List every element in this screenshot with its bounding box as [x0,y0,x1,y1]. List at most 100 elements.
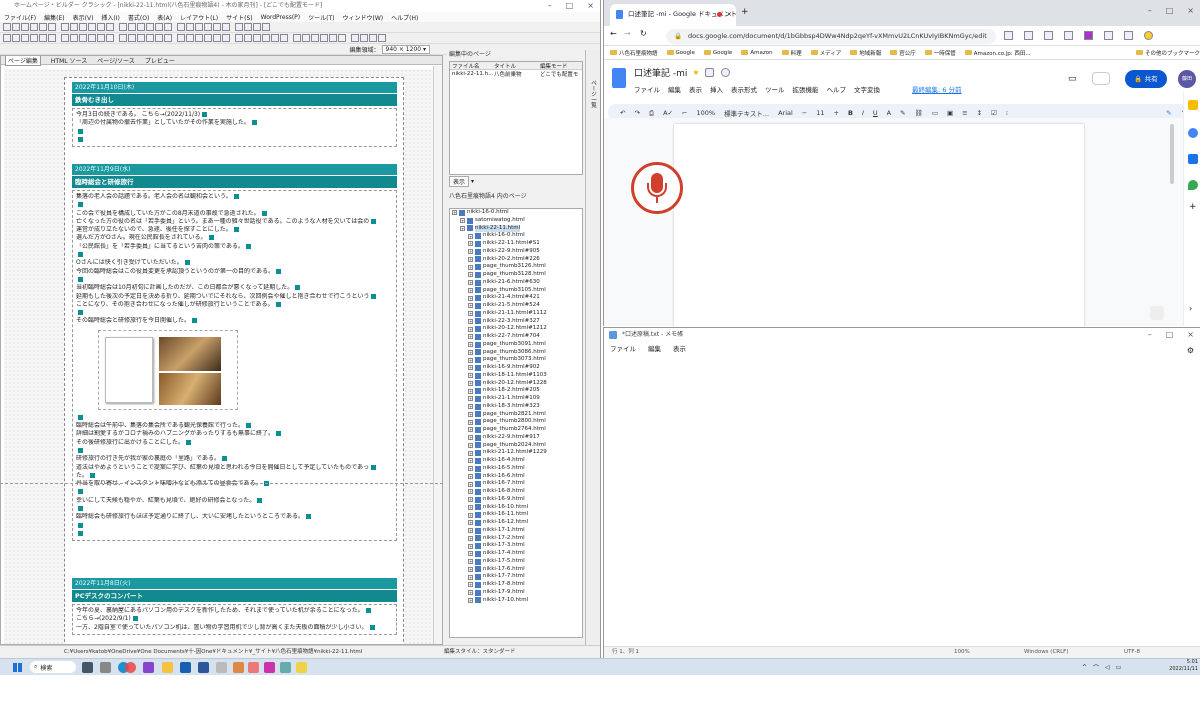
bookmark-item[interactable]: 地域新報 [850,49,881,57]
toolbar-button-icon[interactable] [311,34,319,42]
expand-icon[interactable]: + [468,551,473,557]
menu-item[interactable]: ファイル(F) [4,13,36,22]
expand-icon[interactable]: + [468,357,473,363]
toolbar-button-icon[interactable] [378,34,386,42]
expand-icon[interactable]: + [468,442,473,448]
toolbar-button-icon[interactable] [137,23,145,31]
toolbar-button-icon[interactable] [213,34,221,42]
bookmark-item[interactable]: Google [666,50,695,56]
expand-icon[interactable]: + [468,295,473,301]
tree-item[interactable]: + nikki-21-12.html#1229 [450,449,582,457]
tree-item[interactable]: + nikki-17-5.html [450,558,582,566]
bookmark-item[interactable]: 官公庁 [890,49,916,57]
app-icon[interactable] [280,662,291,673]
tab-google-docs[interactable]: 口述筆記 -mi - Google ドキュメント × [610,4,737,26]
minimize-button[interactable]: – [548,0,552,12]
expand-icon[interactable]: + [468,396,473,402]
bookmark-item[interactable]: メディア [810,49,841,57]
expand-icon[interactable]: + [460,225,465,231]
expand-icon[interactable]: + [468,311,473,317]
expand-icon[interactable]: + [468,427,473,433]
toolbar-button-icon[interactable] [119,23,127,31]
homepage-builder-icon[interactable] [264,662,275,673]
maximize-button[interactable]: □ [566,0,574,12]
toolbar-button-icon[interactable] [88,23,96,31]
tree-item[interactable]: + page_thumb3128.html [450,271,582,279]
tree-item[interactable]: + page_thumb3086.html [450,349,582,357]
tree-item[interactable]: + nikki-18-11.html#1103 [450,372,582,380]
app-icon[interactable] [143,662,154,673]
extension-icon[interactable] [1084,31,1093,40]
expand-icon[interactable]: + [460,218,465,224]
toolbar-button-icon[interactable] [79,23,87,31]
expand-icon[interactable]: + [468,458,473,464]
toolbar-button-icon[interactable] [253,34,261,42]
font-select[interactable]: Arial [778,109,793,117]
tree-item[interactable]: + page_thumb2764.html [450,426,582,434]
tree-item[interactable]: + nikki-16-0.html [450,232,582,240]
maximize-button[interactable]: □ [1166,328,1174,342]
col-edit-mode[interactable]: 編集モード [540,62,568,70]
extension-icon[interactable] [1104,31,1113,40]
new-tab-icon[interactable]: + [741,7,749,17]
toolbar-button-icon[interactable] [222,23,230,31]
toolbar-button-icon[interactable] [30,23,38,31]
expand-icon[interactable]: + [468,380,473,386]
star-icon[interactable]: ★ [692,68,699,77]
tree-item[interactable]: + page_thumb3091.html [450,341,582,349]
edit-area-select[interactable]: 940 × 1200 ▾ [381,44,430,54]
task-view-icon[interactable] [82,662,93,673]
expand-icon[interactable]: + [468,504,473,510]
toolbar-button-icon[interactable] [235,23,243,31]
bold-icon[interactable]: B [848,109,853,117]
dropdown-icon[interactable]: ▾ [471,178,474,185]
menu-item[interactable]: ツール(T) [308,13,334,22]
tree-item[interactable]: + nikki-16-6.html [450,473,582,481]
toolbar-button-icon[interactable] [302,34,310,42]
toolbar-button-icon[interactable] [12,34,20,42]
edit-canvas[interactable]: 2022年11月10日(木) 鉄骨むき出し 今月3日の続きである。 こちら→(2… [4,69,434,644]
bullet-list-icon[interactable]: ⁝ [1006,109,1008,117]
toolbar-button-icon[interactable] [48,34,56,42]
toolbar-button-icon[interactable] [79,34,87,42]
expand-icon[interactable]: + [468,373,473,379]
app-icon[interactable] [248,662,259,673]
url-input[interactable]: 🔒 docs.google.com/document/d/1bGbbsp4DWw… [666,29,996,44]
tab-page-source[interactable]: ページ/ソース [97,56,135,65]
toolbar-button-icon[interactable] [97,34,105,42]
bookmark-item[interactable]: その他のブックマーク [1135,49,1200,57]
toolbar-button-icon[interactable] [21,34,29,42]
expand-icon[interactable]: + [468,543,473,549]
tree-item[interactable]: + nikki-17-6.html [450,566,582,574]
tree-item[interactable]: + nikki-22-7.html#704 [450,333,582,341]
folder-icon[interactable] [296,662,307,673]
col-title[interactable]: タイトル [494,62,540,70]
expand-icon[interactable]: + [468,365,473,371]
notepad-text-area[interactable] [604,356,1200,646]
tray-chevron-icon[interactable]: ^ [1082,664,1087,671]
toolbar-button-icon[interactable] [30,34,38,42]
expand-icon[interactable]: + [468,450,473,456]
toolbar-button-icon[interactable] [70,23,78,31]
doc-title[interactable]: 口述筆記 -mi [634,66,687,79]
maximize-button[interactable]: □ [1166,6,1174,15]
tree-item[interactable]: + nikki-20-2.html#226 [450,256,582,264]
image-icon[interactable]: ▣ [947,109,953,117]
toolbar-button-icon[interactable] [97,23,105,31]
notepad-menu-item[interactable]: ファイル [610,343,636,353]
tree-item[interactable]: + nikki-16-9.html [450,496,582,504]
line-spacing-icon[interactable]: ↕ [977,109,982,117]
tree-item[interactable]: + nikki-17-7.html [450,573,582,581]
outlook-icon[interactable] [180,662,191,673]
toolbar-button-icon[interactable] [369,34,377,42]
toolbar-button-icon[interactable] [280,34,288,42]
voice-typing-microphone-icon[interactable] [631,162,683,214]
settings-icon[interactable] [100,662,111,673]
expand-icon[interactable]: + [468,326,473,332]
toolbar-button-icon[interactable] [119,34,127,42]
toolbar-button-icon[interactable] [128,34,136,42]
toolbar-button-icon[interactable] [244,34,252,42]
start-windows-icon[interactable] [13,663,22,672]
menu-item[interactable]: WordPress(P) [261,14,301,21]
expand-icon[interactable]: + [468,528,473,534]
